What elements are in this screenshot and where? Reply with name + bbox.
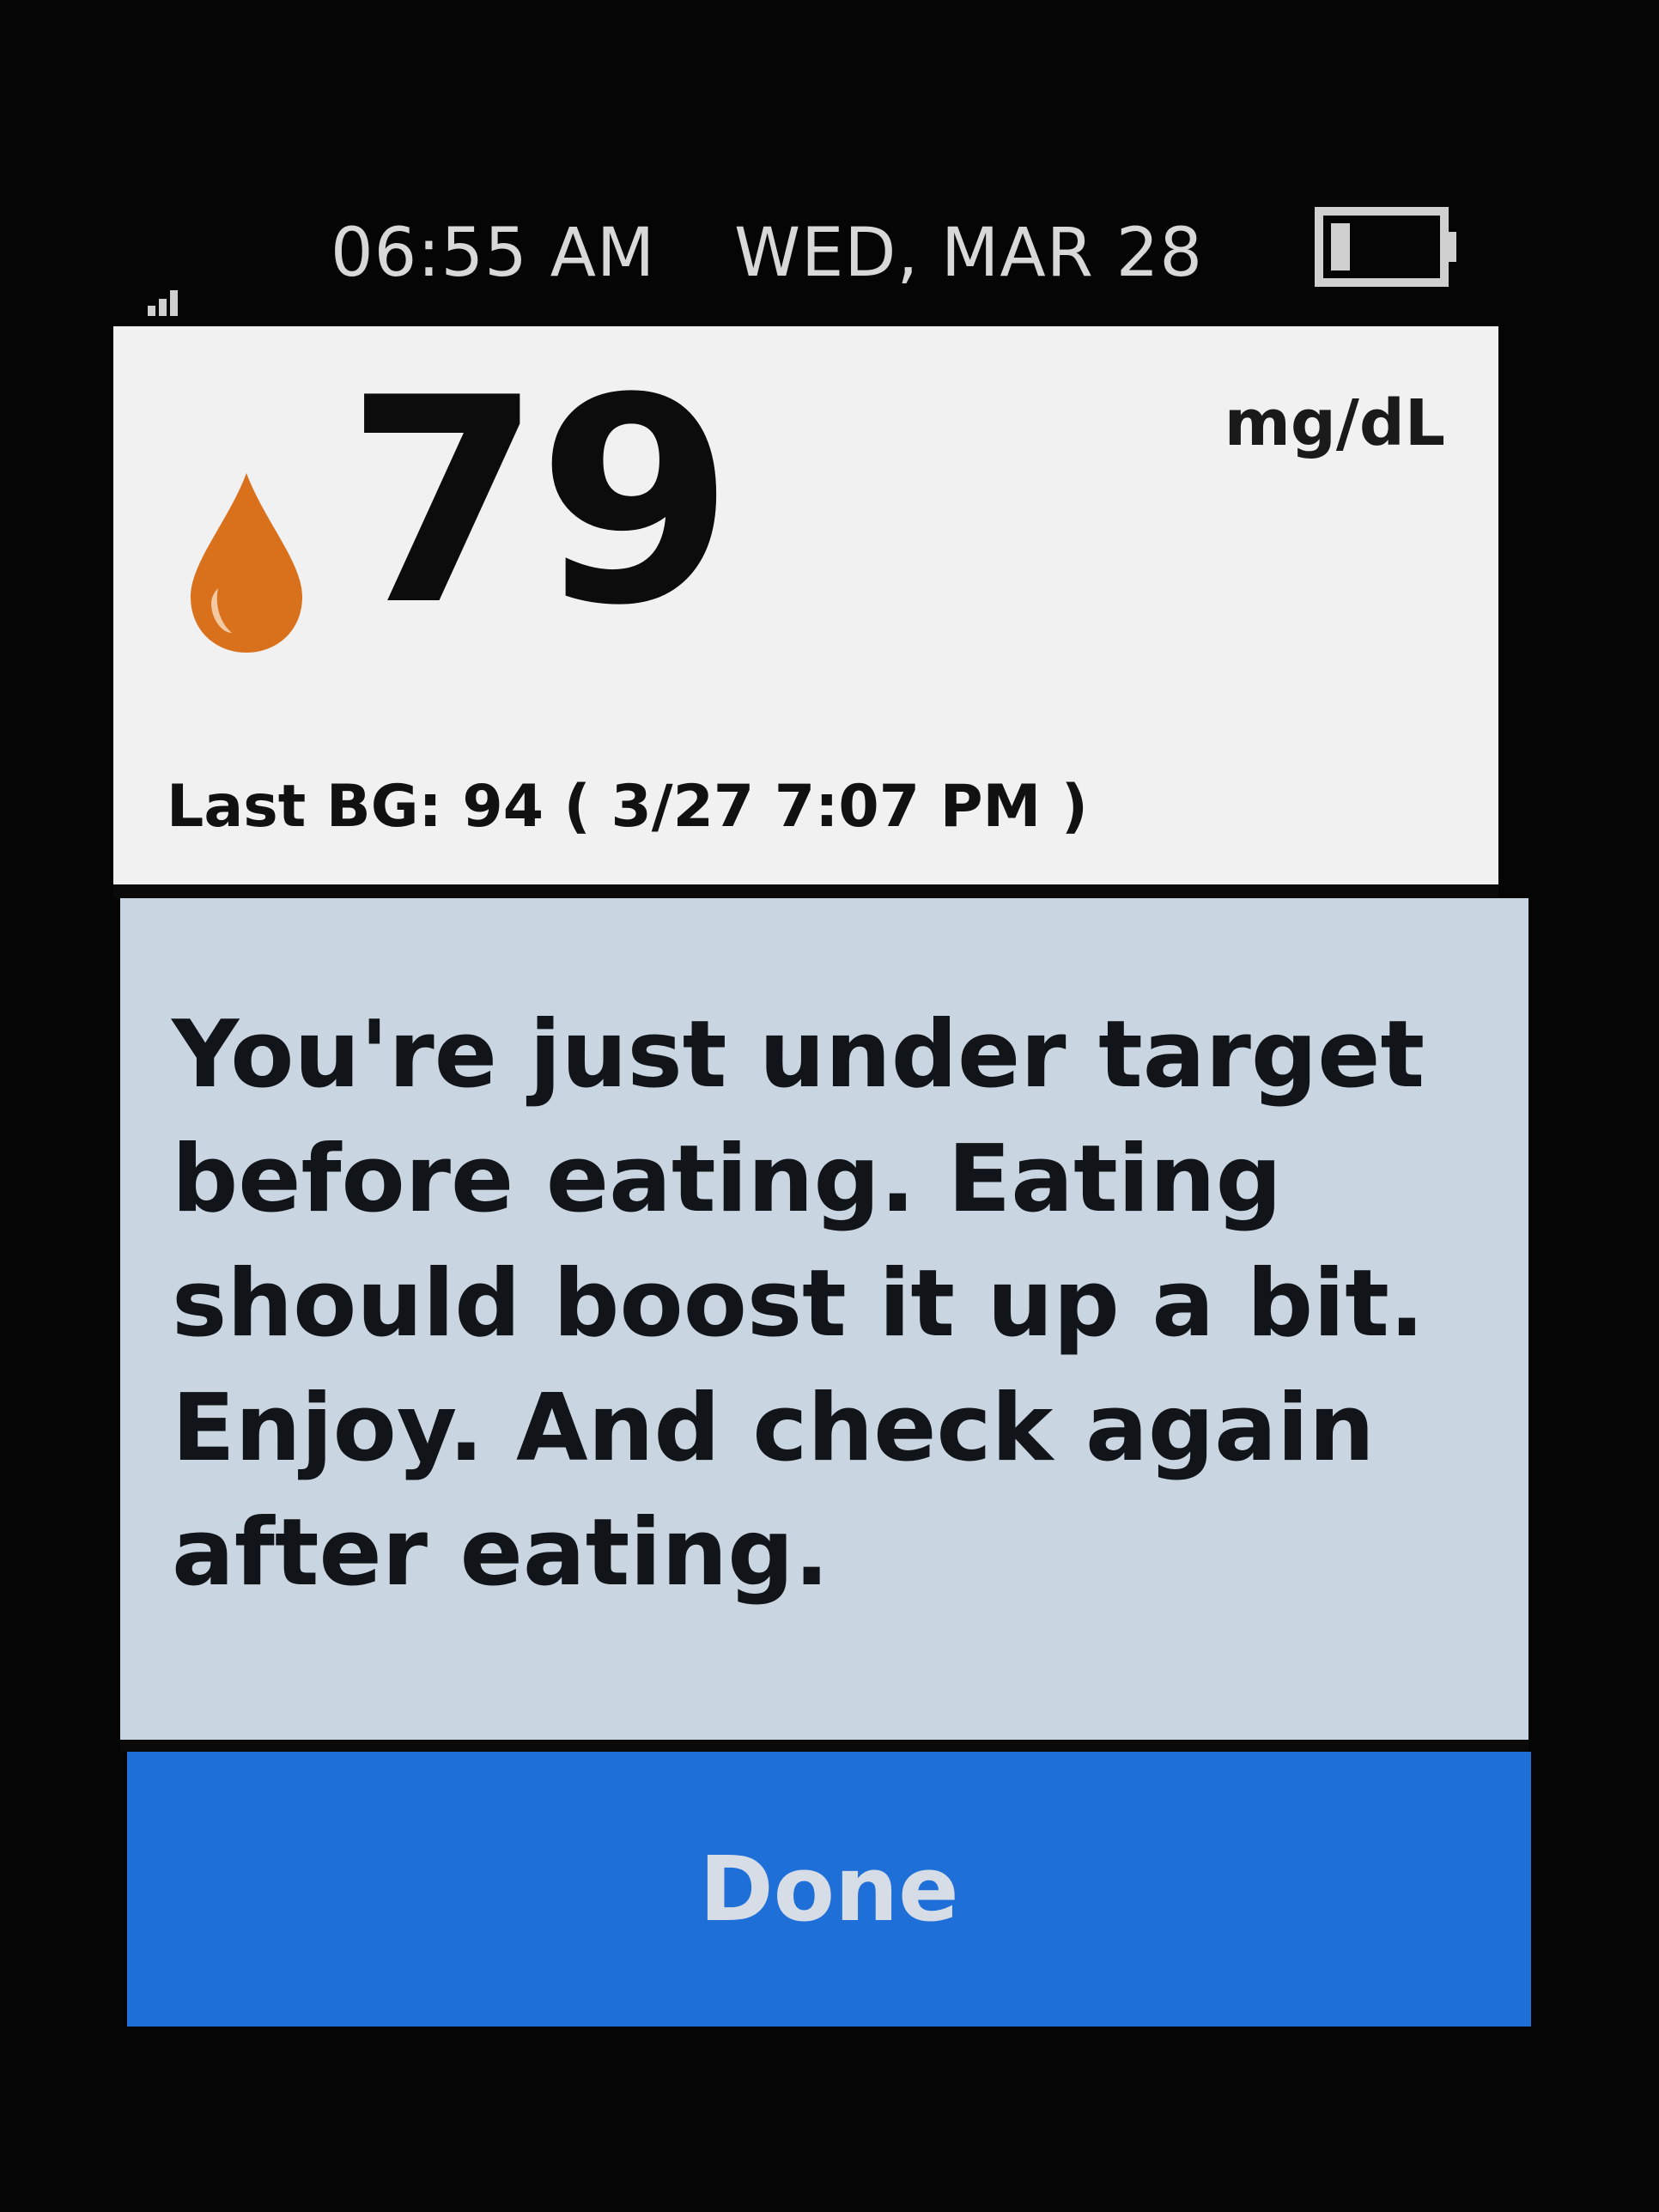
message-panel: You're just under target before eating. … — [120, 898, 1528, 1740]
glucose-value: 79 — [345, 337, 734, 667]
guidance-message: You're just under target before eating. … — [172, 1001, 1425, 1607]
panel-divider — [113, 884, 1498, 898]
done-button-label: Done — [699, 1837, 959, 1942]
signal-strength-icon — [148, 290, 178, 316]
panel-divider — [120, 1740, 1528, 1752]
glucose-reading-panel: 79 mg/dL Last BG: 94 ( 3/27 7:07 PM ) — [113, 326, 1498, 884]
status-time: 06:55 AM — [331, 215, 656, 292]
last-bg-reading: Last BG: 94 ( 3/27 7:07 PM ) — [167, 773, 1088, 841]
status-date: WED, MAR 28 — [734, 215, 1203, 292]
blood-drop-icon — [191, 473, 302, 653]
status-bar: 06:55 AM WED, MAR 28 — [137, 198, 1460, 326]
done-button[interactable]: Done — [127, 1752, 1531, 2027]
battery-icon — [1315, 207, 1456, 287]
glucose-unit: mg/dL — [1224, 386, 1445, 460]
meter-screen: 06:55 AM WED, MAR 28 79 mg/dL Last BG: 9… — [0, 0, 1659, 2212]
